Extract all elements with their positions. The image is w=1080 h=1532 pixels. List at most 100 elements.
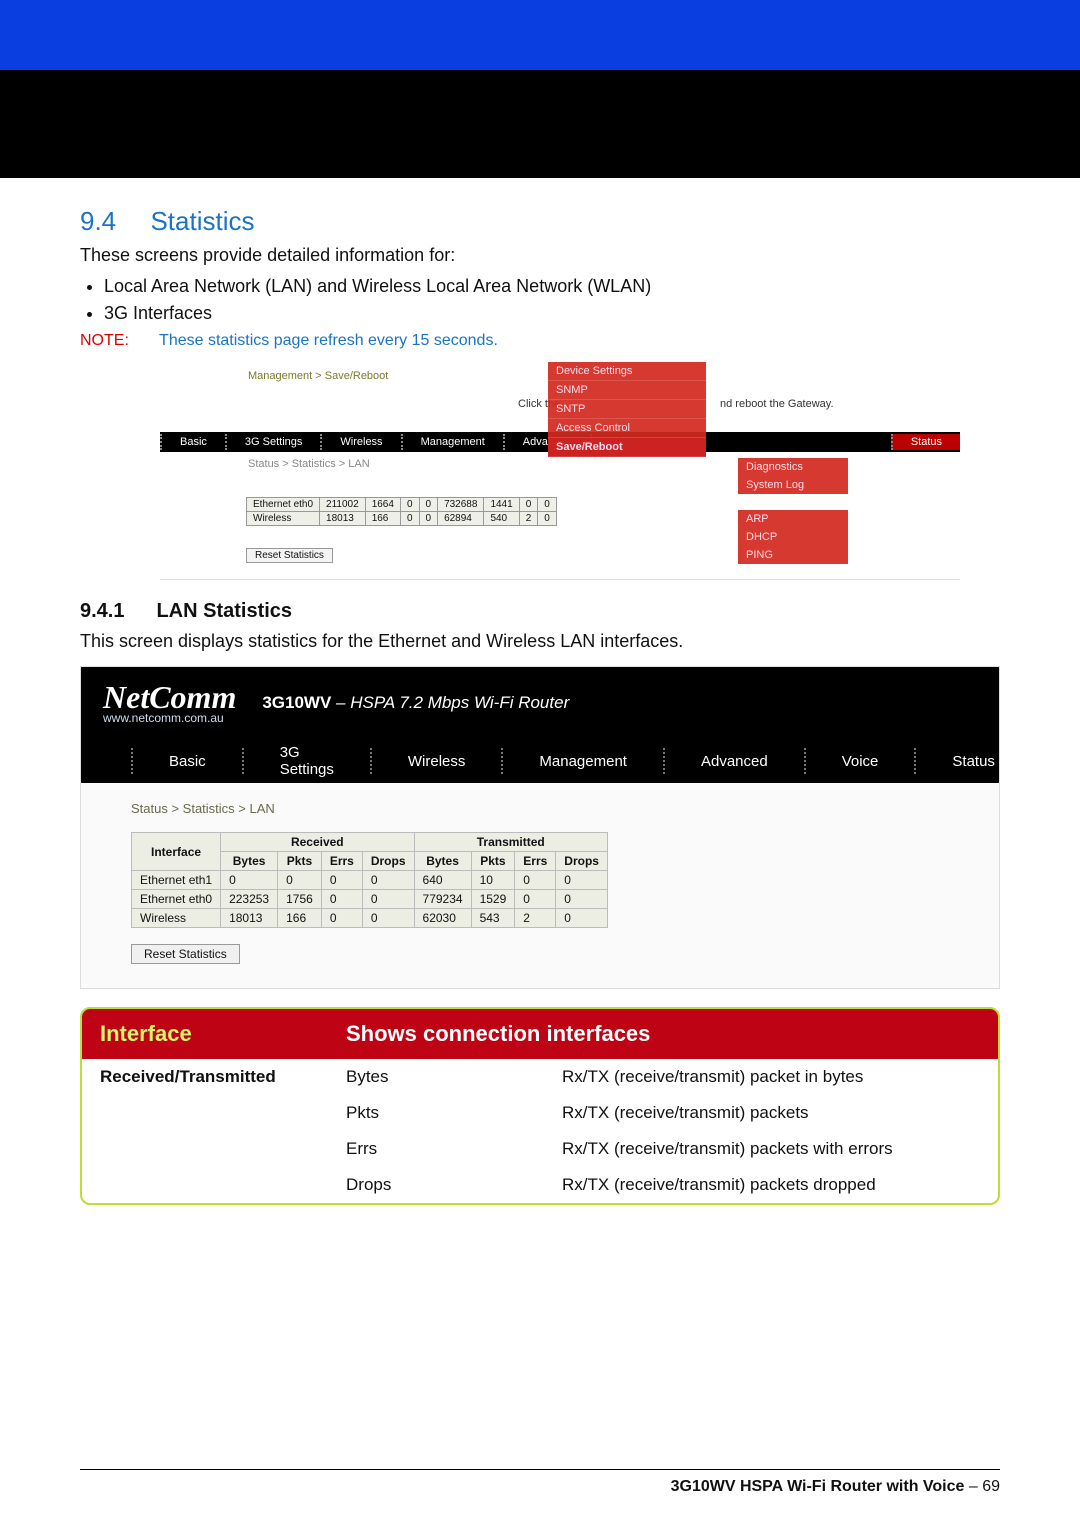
breadcrumb: Management > Save/Reboot xyxy=(248,370,388,382)
nav-item-status[interactable]: Status xyxy=(914,748,1031,774)
reset-statistics-button[interactable]: Reset Statistics xyxy=(246,548,333,563)
menu-item[interactable]: ARP xyxy=(738,510,848,528)
product-model: 3G10WV xyxy=(262,693,331,712)
breadcrumb-sub: Status > Statistics > LAN xyxy=(248,458,370,470)
cell: 1529 xyxy=(471,890,515,909)
table-row: Ethernet eth0 223253 1756 0 0 779234 152… xyxy=(132,890,608,909)
cell: 0 xyxy=(556,871,608,890)
nav-item-3g[interactable]: 3G Settings xyxy=(225,434,320,450)
section-number: 9.4 xyxy=(80,206,146,237)
desc-key: Drops xyxy=(328,1167,544,1203)
subsection-title: LAN Statistics xyxy=(156,600,292,622)
status-submenu: ARP DHCP PING xyxy=(738,510,848,564)
menu-item[interactable]: Device Settings xyxy=(548,362,706,381)
cell: 0 xyxy=(362,871,414,890)
screenshot-lan-statistics: NetComm www.netcomm.com.au 3G10WV – HSPA… xyxy=(80,666,1000,989)
desc-row: Received/Transmitted Bytes Rx/TX (receiv… xyxy=(82,1059,998,1095)
cell: 1664 xyxy=(365,498,400,512)
cell: 166 xyxy=(365,512,400,526)
footer-sep: – xyxy=(964,1478,982,1495)
nav-item-basic[interactable]: Basic xyxy=(160,434,225,450)
footer-title: 3G10WV HSPA Wi-Fi Router with Voice xyxy=(671,1478,965,1495)
menu-item[interactable]: System Log xyxy=(738,476,848,494)
cell: 779234 xyxy=(414,890,471,909)
nav-item-basic[interactable]: Basic xyxy=(131,748,242,774)
cell: 0 xyxy=(556,890,608,909)
col-pkts: Pkts xyxy=(278,852,322,871)
desc-val: Rx/TX (receive/transmit) packets with er… xyxy=(544,1131,998,1167)
desc-label: Received/Transmitted xyxy=(82,1059,328,1203)
cell: 166 xyxy=(278,909,322,928)
desc-key: Pkts xyxy=(328,1095,544,1131)
table-row: Ethernet eth0 211002 1664 0 0 732688 144… xyxy=(247,498,557,512)
col-drops: Drops xyxy=(362,852,414,871)
cell: 62030 xyxy=(414,909,471,928)
header-blue-bar xyxy=(0,0,1080,70)
desc-key: Errs xyxy=(328,1131,544,1167)
section-heading: 9.4 Statistics xyxy=(80,206,1000,237)
reset-statistics-button[interactable]: Reset Statistics xyxy=(131,944,240,964)
menu-item-active[interactable]: Save/Reboot xyxy=(548,438,706,457)
cell: Wireless xyxy=(247,512,320,526)
cell: 0 xyxy=(515,890,556,909)
note: NOTE: These statistics page refresh ever… xyxy=(80,332,1000,350)
desc-head-interface: Interface xyxy=(82,1009,328,1059)
nav-item-management[interactable]: Management xyxy=(501,748,663,774)
col-interface: Interface xyxy=(132,833,221,871)
col-received: Received xyxy=(221,833,414,852)
nav-item-wireless[interactable]: Wireless xyxy=(370,748,502,774)
col-errs: Errs xyxy=(515,852,556,871)
table-row: Wireless 18013 166 0 0 62030 543 2 0 xyxy=(132,909,608,928)
note-text: These statistics page refresh every 15 s… xyxy=(159,332,498,349)
nav-item-advanced[interactable]: Advanced xyxy=(663,748,804,774)
cell: 0 xyxy=(362,890,414,909)
menu-item[interactable]: Diagnostics xyxy=(738,458,848,476)
menu-item[interactable]: PING xyxy=(738,546,848,564)
menu-item[interactable]: SNMP xyxy=(548,381,706,400)
desc-key: Bytes xyxy=(328,1059,544,1095)
cell: 640 xyxy=(414,871,471,890)
logo-block: NetComm www.netcomm.com.au xyxy=(103,681,236,725)
footer-page: 69 xyxy=(982,1478,1000,1495)
screenshot-save-reboot: Management > Save/Reboot Click the nd re… xyxy=(160,362,960,580)
desc-val: Rx/TX (receive/transmit) packets xyxy=(544,1095,998,1131)
document-page: 9.4 Statistics These screens provide det… xyxy=(0,0,1080,1532)
table-header-row: Interface Received Transmitted xyxy=(132,833,608,852)
nav-item-voice[interactable]: Voice xyxy=(804,748,915,774)
cell: 0 xyxy=(556,909,608,928)
product-name: 3G10WV – HSPA 7.2 Mbps Wi-Fi Router xyxy=(262,693,569,713)
cell: 62894 xyxy=(438,512,484,526)
status-menu: Diagnostics System Log xyxy=(738,458,848,494)
cell: 0 xyxy=(419,512,438,526)
menu-item[interactable]: DHCP xyxy=(738,528,848,546)
col-errs: Errs xyxy=(321,852,362,871)
cell: Ethernet eth0 xyxy=(132,890,221,909)
col-pkts: Pkts xyxy=(471,852,515,871)
subsection-heading: 9.4.1 LAN Statistics xyxy=(80,600,1000,623)
desc-head-shows: Shows connection interfaces xyxy=(328,1009,998,1059)
netcomm-logo: NetComm xyxy=(103,681,236,713)
nav-item-status[interactable]: Status xyxy=(891,434,960,450)
cell: 0 xyxy=(400,498,419,512)
cell: 0 xyxy=(221,871,278,890)
content-area: 9.4 Statistics These screens provide det… xyxy=(0,178,1080,1205)
bullet-list: Local Area Network (LAN) and Wireless Lo… xyxy=(104,276,1000,324)
cell: 18013 xyxy=(221,909,278,928)
cell: 0 xyxy=(519,498,538,512)
cell: 1441 xyxy=(484,498,519,512)
nav-item-management[interactable]: Management xyxy=(401,434,503,450)
cell: 0 xyxy=(362,909,414,928)
col-drops: Drops xyxy=(556,852,608,871)
nav-item-wireless[interactable]: Wireless xyxy=(320,434,400,450)
product-desc: – HSPA 7.2 Mbps Wi-Fi Router xyxy=(331,693,569,712)
intro-text: These screens provide detailed informati… xyxy=(80,245,1000,266)
cell: 732688 xyxy=(438,498,484,512)
cell: Wireless xyxy=(132,909,221,928)
router-header: NetComm www.netcomm.com.au 3G10WV – HSPA… xyxy=(81,667,999,739)
menu-item[interactable]: Access Control xyxy=(548,419,706,438)
nav-item-3g[interactable]: 3G Settings xyxy=(242,748,370,774)
cell: 0 xyxy=(419,498,438,512)
management-menu: Device Settings SNMP SNTP Access Control… xyxy=(548,362,706,457)
col-bytes: Bytes xyxy=(414,852,471,871)
menu-item[interactable]: SNTP xyxy=(548,400,706,419)
